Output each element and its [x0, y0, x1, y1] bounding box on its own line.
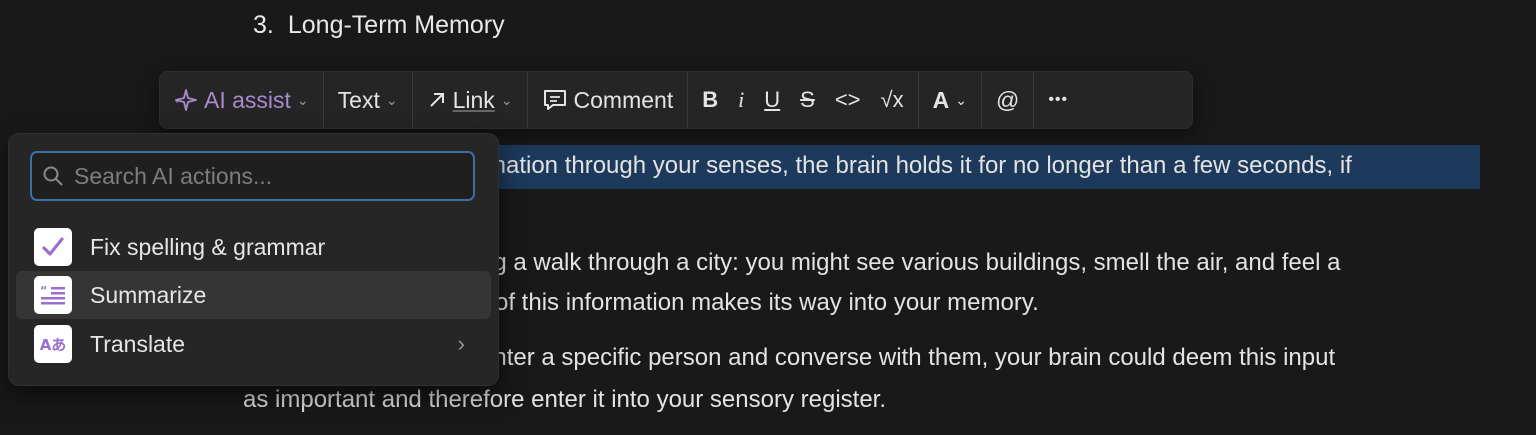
heading-text: Long-Term Memory [287, 11, 505, 39]
text-type-label: Text [337, 86, 380, 113]
underline-button[interactable]: U [764, 87, 780, 113]
color-group: A ⌄ [919, 72, 982, 128]
body-text-line: unter a specific person and converse wit… [480, 344, 1336, 371]
search-icon [43, 166, 63, 186]
formatting-toolbar: AI assist ⌄ Text ⌄ Link ⌄ Comment B i U … [160, 72, 1192, 128]
arrow-up-right-icon [429, 93, 444, 107]
mention-button[interactable]: @ [996, 87, 1019, 114]
ai-assist-label: AI assist [204, 86, 291, 113]
strikethrough-button[interactable]: S [800, 87, 815, 113]
menu-item-translate[interactable]: Aあ Translate › [16, 320, 491, 368]
summary-icon: “ [34, 276, 72, 314]
link-label: Link [452, 86, 495, 113]
body-text-line: as important and therefore enter it into… [243, 386, 886, 413]
menu-item-label: Translate [90, 330, 186, 357]
body-text-line: of this information makes its way into y… [495, 289, 1039, 316]
chevron-down-icon: ⌄ [500, 91, 513, 108]
link-button[interactable]: Link ⌄ [427, 87, 513, 114]
heading: 3. Long-Term Memory [253, 11, 505, 40]
sparkle-icon [174, 89, 197, 111]
link-group: Link ⌄ [413, 72, 528, 128]
chevron-down-icon: ⌄ [385, 91, 398, 108]
text-color-label: A [932, 86, 950, 113]
menu-item-label: Summarize [90, 281, 207, 308]
ai-actions-menu: Fix spelling & grammar “ Summarize Aあ Tr… [9, 134, 498, 385]
ai-assist-group: AI assist ⌄ [160, 72, 324, 128]
body-text-line: ng a walk through a city: you might see … [480, 249, 1341, 276]
menu-item-label: Fix spelling & grammar [90, 233, 326, 260]
more-group: ••• [1034, 72, 1082, 128]
code-button[interactable]: <> [835, 87, 861, 113]
svg-text:“: “ [40, 284, 47, 297]
menu-item-fix-spelling[interactable]: Fix spelling & grammar [16, 223, 491, 271]
comment-button[interactable]: Comment [542, 86, 674, 114]
italic-button[interactable]: i [738, 87, 744, 113]
comment-label: Comment [573, 86, 674, 113]
translate-icon: Aあ [34, 325, 72, 363]
text-type-group: Text ⌄ [324, 72, 413, 128]
menu-item-summarize[interactable]: “ Summarize [16, 271, 491, 319]
bold-button[interactable]: B [702, 87, 718, 113]
format-group: B i U S <> √x [688, 72, 919, 128]
text-color-button[interactable]: A ⌄ [933, 87, 967, 114]
mention-group: @ [982, 72, 1035, 128]
body-text-line: rmation through your senses, the brain h… [478, 152, 1352, 179]
comment-group: Comment [528, 72, 689, 128]
search-ai-actions-input[interactable] [74, 162, 473, 190]
list-number: 3. [253, 11, 274, 39]
equation-button[interactable]: √x [881, 87, 904, 113]
chevron-down-icon: ⌄ [955, 91, 967, 108]
text-type-button[interactable]: Text ⌄ [338, 87, 398, 114]
checkmark-icon [34, 228, 72, 266]
more-options-button[interactable]: ••• [1048, 91, 1068, 109]
ai-assist-button[interactable]: AI assist ⌄ [174, 87, 309, 114]
comment-icon [543, 90, 566, 110]
chevron-right-icon: › [457, 331, 465, 356]
chevron-down-icon: ⌄ [296, 91, 309, 108]
search-box [30, 151, 475, 201]
